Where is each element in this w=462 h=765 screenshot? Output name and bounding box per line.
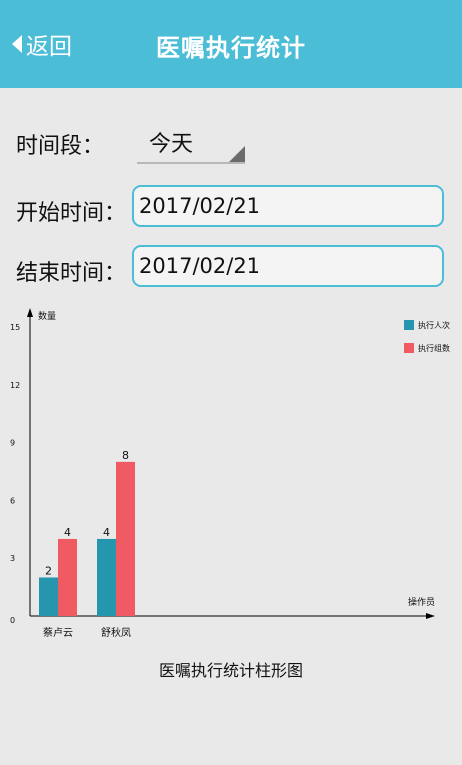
y-axis-title: 数量: [38, 310, 56, 322]
bar-value-label: 2: [45, 564, 52, 577]
dropdown-triangle-icon: [229, 146, 245, 162]
y-tick-label: 3: [10, 554, 15, 563]
period-label: 时间段：: [16, 134, 105, 159]
bar-value-label: 4: [103, 526, 110, 539]
bar: [116, 461, 135, 616]
end-time-field[interactable]: [132, 245, 444, 287]
y-tick-label: 0: [10, 616, 15, 625]
start-time-input[interactable]: [134, 187, 442, 225]
x-tick-label: 蔡卢云: [43, 626, 73, 639]
start-time-label: 开始时间：: [16, 201, 127, 226]
y-tick-label: 12: [10, 381, 20, 390]
y-tick-label: 9: [10, 439, 15, 448]
x-tick-label: 舒秋凤: [101, 626, 131, 639]
end-time-label: 结束时间：: [16, 261, 127, 286]
legend-label: 执行人次: [418, 320, 450, 330]
period-value: 今天: [149, 132, 194, 157]
y-tick-label: 6: [10, 496, 15, 505]
bar-chart: 数量操作员 0 3 6 9 12 15 2 4 蔡卢云 4 8 舒秋凤 执行人次执行组数: [10, 308, 450, 639]
bar-value-label: 4: [64, 526, 71, 539]
x-axis-title: 操作员: [408, 596, 435, 608]
x-axis-arrow: [426, 613, 435, 619]
y-tick-label: 15: [10, 323, 20, 332]
period-dropdown[interactable]: 今天: [137, 120, 245, 164]
legend-swatch: [404, 343, 414, 353]
page-title: 医嘱执行统计: [156, 34, 306, 62]
start-time-field[interactable]: [132, 185, 444, 227]
bar: [58, 538, 77, 616]
end-time-input[interactable]: [134, 247, 442, 285]
app-header: 返回 医嘱执行统计: [0, 0, 462, 88]
bar-value-label: 8: [122, 449, 129, 462]
bar: [39, 577, 58, 616]
legend-swatch: [404, 320, 414, 330]
legend-label: 执行组数: [418, 343, 450, 353]
y-axis-arrow: [27, 308, 33, 317]
chart-caption: 医嘱执行统计柱形图: [158, 661, 303, 680]
bar: [97, 538, 116, 616]
